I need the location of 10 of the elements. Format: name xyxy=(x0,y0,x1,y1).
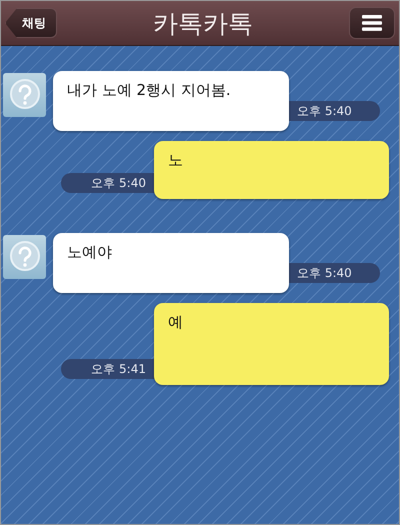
received-message: 노예야 xyxy=(53,233,289,293)
back-button[interactable]: 채팅 xyxy=(5,8,57,38)
received-message: 내가 노예 2행시 지어봄. xyxy=(53,71,289,131)
sent-message: 예 xyxy=(154,303,389,385)
avatar-icon xyxy=(3,73,46,117)
menu-button[interactable] xyxy=(349,7,395,39)
sent-message: 노 xyxy=(154,141,389,199)
menu-icon xyxy=(362,15,382,31)
chat-title: 카톡카톡 xyxy=(153,8,253,40)
avatar-icon xyxy=(3,235,46,279)
